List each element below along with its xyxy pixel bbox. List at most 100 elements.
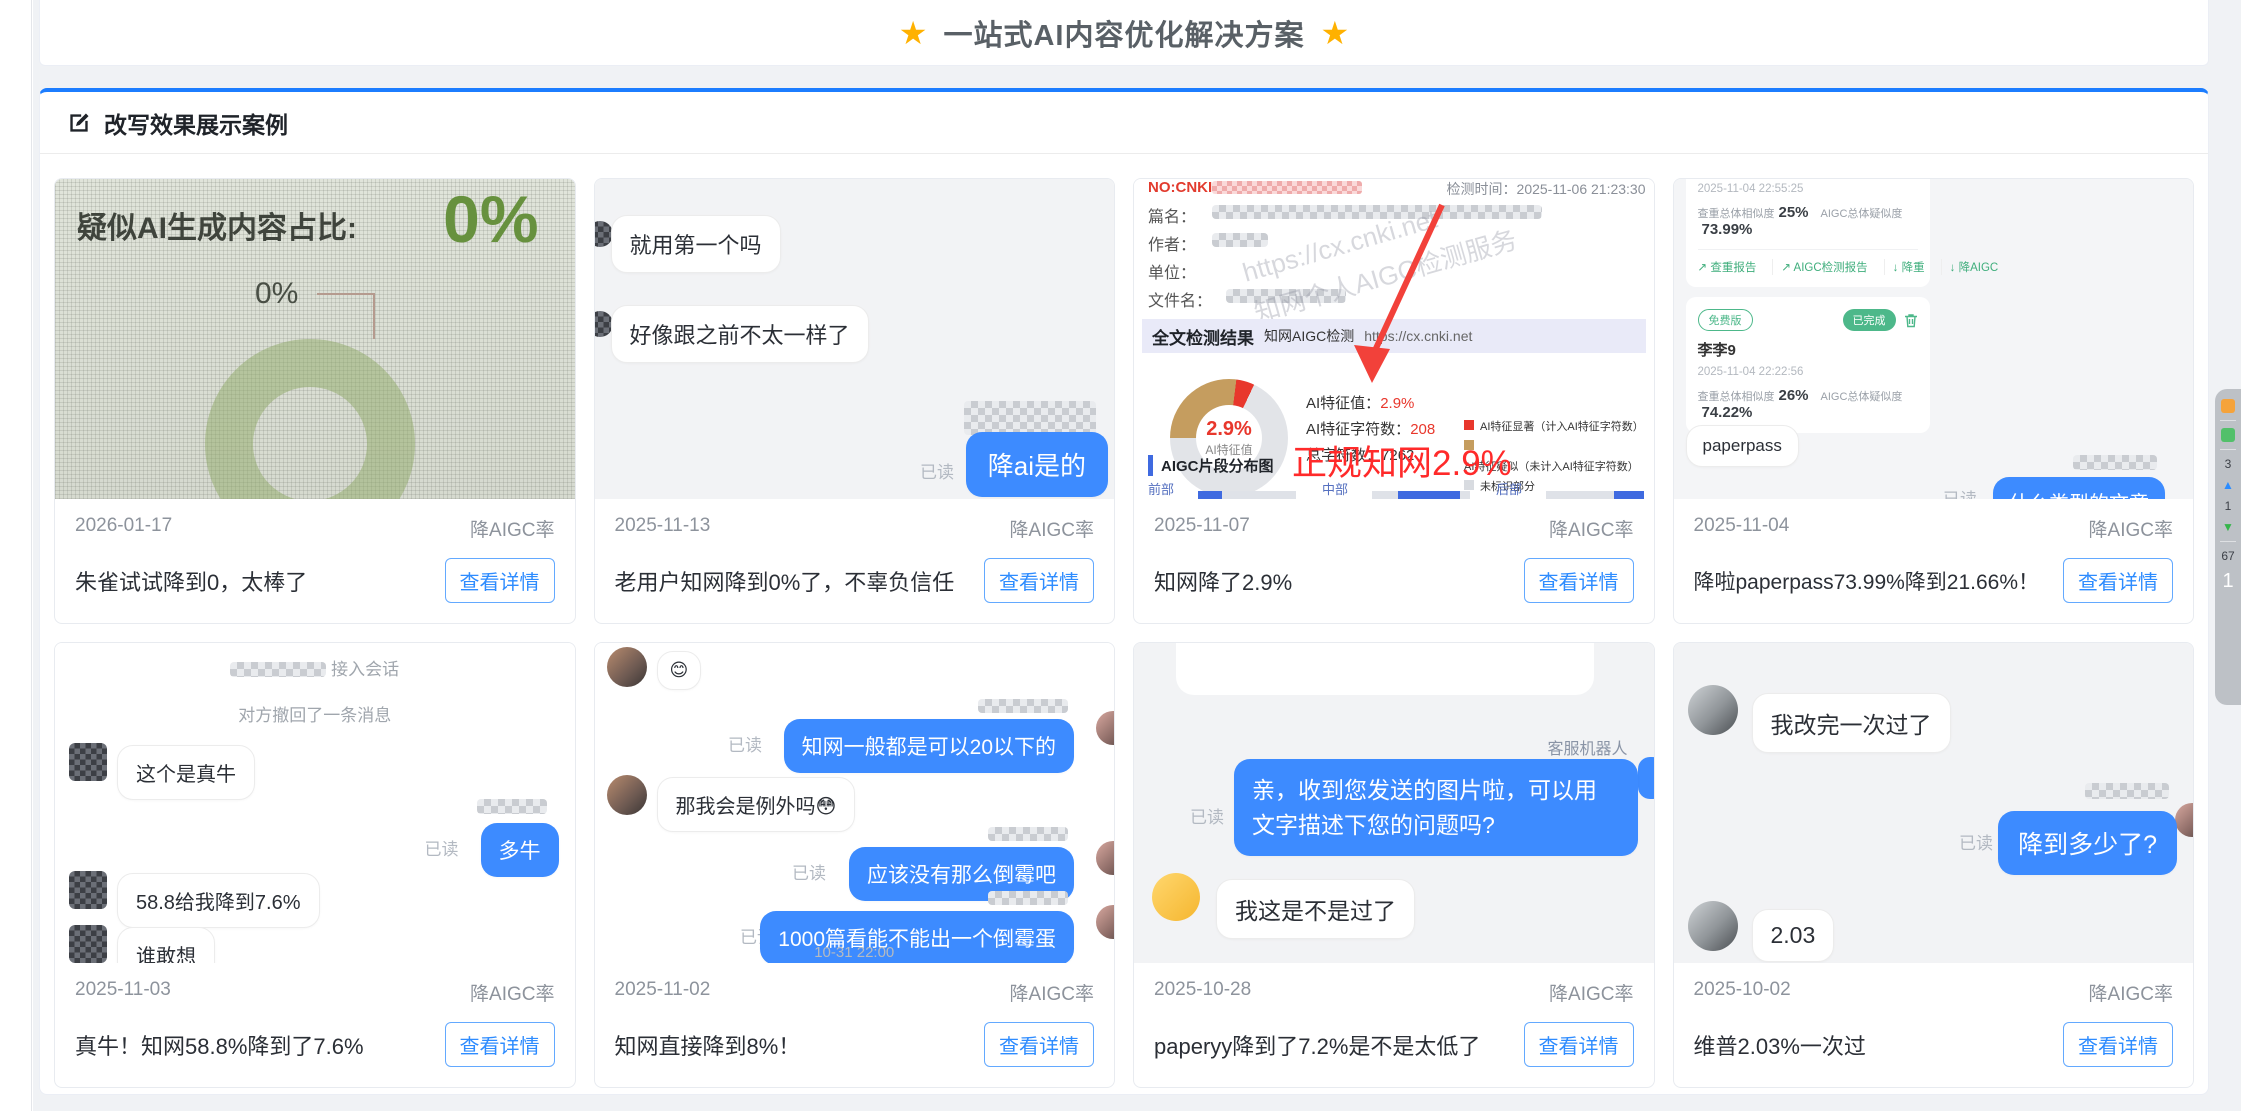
redacted-image <box>964 401 1096 435</box>
done-badge: 已完成 <box>1843 309 1896 331</box>
doc-name: 李李9 <box>1698 339 1918 360</box>
donut-label: 0% <box>255 277 298 311</box>
case-title: 降啦paperpass73.99%降到21.66%！ <box>1694 566 2040 596</box>
avatar <box>69 743 107 781</box>
read-label: 已读 <box>1190 803 1224 828</box>
case-tag: 降AIGC率 <box>1549 979 1633 1006</box>
avatar <box>1152 873 1200 921</box>
chat-timestamp: 10-31 22:00 <box>595 944 1115 961</box>
redacted-text <box>1212 233 1268 247</box>
paperpass-subcard: 2025-11-04 22:55:25 查重总体相似度25%AIGC总体疑似度7… <box>1686 179 1930 287</box>
chat-bubble: 谁敢想 <box>117 927 215 963</box>
case-card: 就用第一个吗 好像跟之前不太一样了 已读 降ai是的 2025-11-13降AI… <box>594 178 1116 624</box>
floating-side-widget[interactable]: 3 ▲ 1 ▼ 67 1 <box>2215 389 2241 705</box>
case-card: 疑似AI生成内容占比: 0% 0% 2026-01-17降AIGC率 朱雀试试降… <box>54 178 576 624</box>
arrow-down-icon: ▼ <box>2222 520 2234 534</box>
view-detail-button[interactable]: 查看详情 <box>1524 1022 1634 1067</box>
subcard-actions[interactable]: ↗ 查重报告↗ AIGC检测报告↓ 降重↓ 降AIGC <box>1698 249 1918 275</box>
read-label: 已读 <box>425 835 459 860</box>
case-screenshot-chat: 接入会话 对方撤回了一条消息 这个是真牛 已读 多牛 58.8给我降到7.6% … <box>55 643 575 963</box>
case-date: 2025-11-04 <box>1694 515 1790 542</box>
ai-ratio-value: 0% <box>443 181 538 257</box>
case-title: 真牛！知网58.8%降到了7.6% <box>75 1029 364 1061</box>
view-detail-button[interactable]: 查看详情 <box>2063 558 2173 603</box>
arrow-up-icon: ▲ <box>2222 478 2234 492</box>
widget-down-value: 1 <box>2225 499 2232 513</box>
emoji: 😳 <box>816 796 837 818</box>
red-arrow <box>1314 197 1464 387</box>
redacted-name <box>2073 455 2157 470</box>
case-grid: 疑似AI生成内容占比: 0% 0% 2026-01-17降AIGC率 朱雀试试降… <box>40 154 2208 1095</box>
view-detail-button[interactable]: 查看详情 <box>445 558 555 603</box>
hero-panel: ★ 一站式AI内容优化解决方案 ★ <box>39 0 2209 66</box>
field-label: 单位： <box>1148 259 1196 283</box>
trash-icon[interactable] <box>1904 313 1918 328</box>
redacted-name <box>988 891 1068 905</box>
read-label: 已读 <box>1959 829 1993 854</box>
view-detail-button[interactable]: 查看详情 <box>984 558 1094 603</box>
system-message: 对方撤回了一条消息 <box>55 701 575 726</box>
case-tag: 降AIGC率 <box>2089 979 2173 1006</box>
case-screenshot-chat: 😊 已读 知网一般都是可以20以下的 那我会是例外吗😳 已读 应该没有那么倒霉吧… <box>595 643 1115 963</box>
widget-green-icon[interactable] <box>2221 428 2235 442</box>
case-title: 朱雀试试降到0，太棒了 <box>75 565 307 597</box>
timestamp: 2025-11-04 22:55:25 <box>1698 183 1918 195</box>
field-label: 文件名： <box>1148 287 1212 311</box>
case-title: paperyy降到了7.2%是不是太低了 <box>1154 1029 1480 1061</box>
read-label: 已读 <box>1943 485 1977 499</box>
avatar-cut <box>1096 841 1114 875</box>
chat-bubble: 这个是真牛 <box>117 745 255 800</box>
chat-bubble-blue: 亲，收到您发送的图片啦，可以用文字描述下您的问题吗? <box>1234 759 1638 856</box>
read-label: 已读 <box>792 859 826 884</box>
read-label: 已读 <box>728 731 762 756</box>
chat-bubble-blue: 什么类型的文章 <box>1993 477 2165 499</box>
avatar <box>595 221 613 247</box>
left-gutter <box>0 0 32 1111</box>
view-detail-button[interactable]: 查看详情 <box>2063 1022 2173 1067</box>
case-date: 2025-10-02 <box>1694 979 1791 1006</box>
avatar <box>607 647 647 687</box>
case-card: 😊 已读 知网一般都是可以20以下的 那我会是例外吗😳 已读 应该没有那么倒霉吧… <box>594 642 1116 1088</box>
timestamp: 2025-11-04 22:22:56 <box>1698 366 1918 378</box>
avatar-cut <box>1096 711 1114 745</box>
avatar <box>69 925 107 963</box>
case-date: 2025-11-02 <box>615 979 711 1006</box>
donut-value: 2.9% <box>1206 418 1252 441</box>
case-card: 2025-11-04 22:55:25 查重总体相似度25%AIGC总体疑似度7… <box>1673 178 2195 624</box>
page-title: 一站式AI内容优化解决方案 <box>943 12 1304 54</box>
avatar <box>69 871 107 909</box>
field-label: 作者： <box>1148 231 1196 255</box>
case-card: 接入会话 对方撤回了一条消息 这个是真牛 已读 多牛 58.8给我降到7.6% … <box>54 642 576 1088</box>
chat-bubble-blue: 降ai是的 <box>966 432 1108 497</box>
ai-ratio-caption: 疑似AI生成内容占比: <box>77 203 357 247</box>
view-detail-button[interactable]: 查看详情 <box>984 1022 1094 1067</box>
redacted-name <box>2085 783 2169 799</box>
bot-label: 客服机器人 <box>1547 735 1627 759</box>
widget-big-number: 1 <box>2222 570 2233 593</box>
distribution-title: AIGC片段分布图 <box>1148 455 1274 476</box>
case-card: 客服机器人 已读 亲，收到您发送的图片啦，可以用文字描述下您的问题吗? 我这是不… <box>1133 642 1655 1088</box>
case-title: 老用户知网降到0%了，不辜负信任 <box>615 565 955 597</box>
case-screenshot-chat: 我改完一次过了 已读 降到多少了? 2.03 <box>1674 643 2194 963</box>
donut-pointer-line <box>317 293 375 339</box>
showcase-panel: 改写效果展示案例 疑似AI生成内容占比: 0% 0% 2026-01-17降AI… <box>39 88 2209 1095</box>
widget-up-value: 3 <box>2225 457 2232 471</box>
redacted-name <box>477 799 547 814</box>
view-detail-button[interactable]: 查看详情 <box>445 1022 555 1067</box>
case-card: 我改完一次过了 已读 降到多少了? 2.03 2025-10-02降AIGC率 … <box>1673 642 2195 1088</box>
chat-bubble: paperpass <box>1686 425 1799 467</box>
case-screenshot-service-chat: 客服机器人 已读 亲，收到您发送的图片啦，可以用文字描述下您的问题吗? 我这是不… <box>1134 643 1654 963</box>
case-tag: 降AIGC率 <box>2089 515 2173 542</box>
chat-bubble-blue: 知网一般都是可以20以下的 <box>784 719 1074 773</box>
case-tag: 降AIGC率 <box>470 979 554 1006</box>
section-title: 改写效果展示案例 <box>104 106 288 140</box>
chat-bubble: 好像跟之前不太一样了 <box>611 305 869 363</box>
view-detail-button[interactable]: 查看详情 <box>1524 558 1634 603</box>
widget-orange-icon[interactable] <box>2221 399 2235 413</box>
field-label: 篇名： <box>1148 203 1196 227</box>
avatar-cut <box>2175 803 2193 837</box>
case-tag: 降AIGC率 <box>1010 979 1094 1006</box>
edit-icon <box>66 110 92 136</box>
star-icon: ★ <box>899 17 928 49</box>
system-message: 接入会话 <box>55 655 575 680</box>
